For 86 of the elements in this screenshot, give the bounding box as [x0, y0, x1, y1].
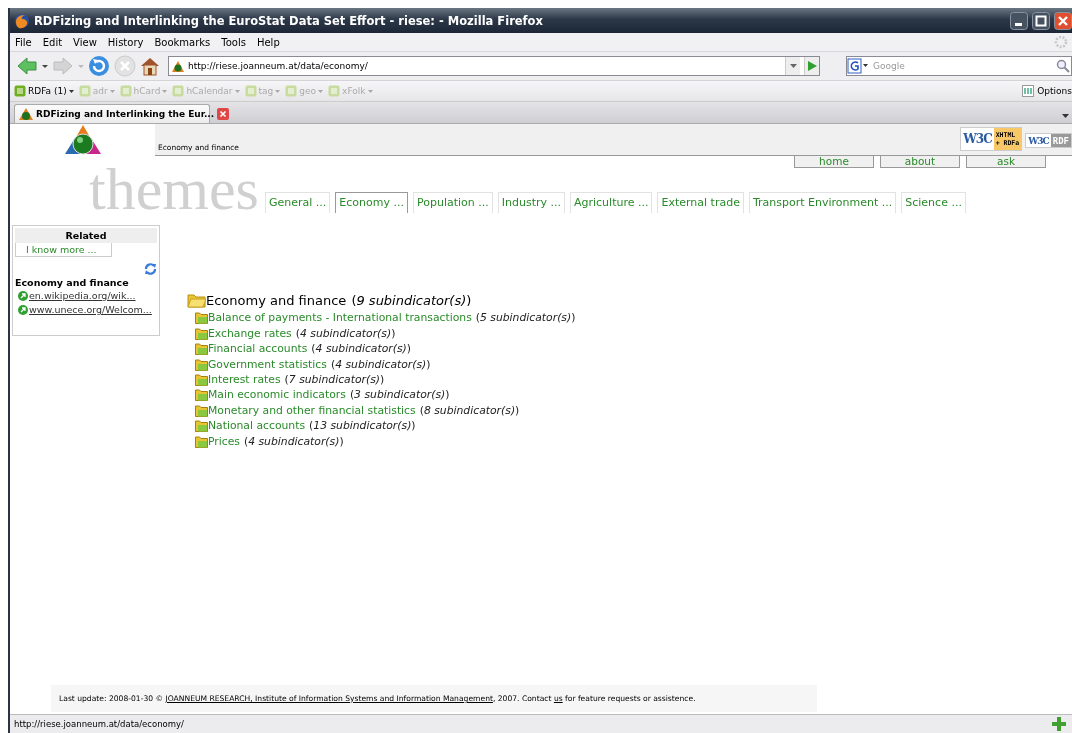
list-icon	[285, 85, 298, 97]
indicator-link[interactable]: National accounts	[208, 419, 306, 433]
count-text: (7 subindicator(s))	[284, 372, 385, 386]
maximize-button[interactable]	[1032, 11, 1050, 30]
options-icon[interactable]	[1022, 85, 1035, 97]
indicator-link[interactable]: Monetary and other financial statistics	[208, 403, 416, 417]
address-field[interactable]: http://riese.joanneum.at/data/economy/	[168, 56, 820, 76]
list-icon	[14, 85, 26, 97]
menu-item[interactable]: File	[15, 36, 32, 48]
site-logo-icon	[19, 108, 33, 120]
dropdown-caret-icon[interactable]	[789, 64, 797, 68]
throbber-icon	[1054, 35, 1068, 49]
folder-icon	[195, 326, 208, 340]
go-arrow-icon[interactable]	[807, 61, 817, 71]
theme-tab[interactable]: Population ...	[412, 192, 493, 213]
home-icon[interactable]	[140, 56, 160, 76]
indicator-link[interactable]: Exchange rates	[208, 326, 292, 340]
folder-icon	[195, 311, 208, 325]
site-logo-icon	[172, 60, 184, 72]
indicator-link[interactable]: Main economic indicators	[208, 388, 346, 402]
menu-item[interactable]: Help	[256, 36, 280, 48]
list-icon	[119, 85, 132, 97]
arrow-circle-icon	[18, 304, 28, 315]
menu-item[interactable]: Edit	[42, 36, 63, 48]
search-icon[interactable]	[1055, 58, 1071, 74]
dropdown-caret-icon[interactable]	[42, 64, 48, 68]
refresh-icon[interactable]	[144, 263, 157, 275]
firefox-icon	[14, 12, 30, 29]
count-text: (4 subindicator(s))	[295, 326, 396, 340]
theme-tab[interactable]: Industry ...	[497, 192, 565, 213]
count-text: (4 subindicator(s))	[243, 434, 344, 448]
folder-icon	[195, 403, 208, 417]
status-text: http://riese.joanneum.at/data/economy/	[14, 719, 185, 729]
count-text: (8 subindicator(s))	[419, 403, 520, 417]
minimize-button[interactable]	[1010, 11, 1028, 30]
theme-tab[interactable]: General ...	[264, 192, 331, 213]
dropdown-caret-icon[interactable]	[68, 89, 74, 93]
theme-tab[interactable]: Agriculture ...	[569, 192, 653, 213]
count-text: (4 subindicator(s))	[311, 342, 411, 356]
related-link[interactable]: www.unece.org/Welcom...	[29, 304, 152, 315]
count-text: (5 subindicator(s))	[475, 311, 576, 325]
tab-list-caret-icon[interactable]	[1062, 114, 1069, 118]
indicator-link[interactable]: Financial accounts	[208, 342, 308, 356]
menu-item[interactable]: View	[73, 36, 97, 48]
list-icon	[78, 85, 91, 97]
tree-heading: Economy and finance	[206, 293, 347, 308]
validation-badge[interactable]: W3C RDF	[1025, 133, 1072, 148]
folder-icon	[195, 342, 208, 356]
folder-icon	[195, 388, 208, 402]
related-link[interactable]: en.wikipedia.org/wik...	[29, 290, 136, 301]
folder-icon	[195, 372, 208, 386]
folder-icon	[195, 419, 208, 433]
know-more-button[interactable]: I know more ...	[15, 243, 112, 257]
indicator-link[interactable]: Interest rates	[208, 372, 281, 386]
theme-tab[interactable]: Economy ...	[335, 192, 408, 213]
theme-tab[interactable]: Science ...	[901, 192, 966, 213]
search-engine-icon[interactable]	[847, 58, 869, 74]
plus-icon[interactable]	[1052, 717, 1066, 731]
indicator-link[interactable]: Prices	[208, 434, 240, 448]
list-icon	[244, 85, 257, 97]
panel-title: Related	[15, 228, 157, 243]
count-text: (9 subindicator(s))	[351, 293, 472, 308]
list-icon	[328, 85, 341, 97]
menu-item[interactable]: History	[107, 36, 144, 48]
menu-item[interactable]: Tools	[221, 36, 246, 48]
indicator-link[interactable]: Government statistics	[208, 357, 327, 371]
count-text: (13 subindicator(s))	[309, 419, 416, 433]
search-field[interactable]: Google	[846, 56, 1072, 76]
arrow-circle-icon	[18, 290, 28, 301]
count-text: (3 subindicator(s))	[349, 388, 450, 402]
close-button[interactable]	[1054, 11, 1072, 30]
count-text: (4 subindicator(s))	[330, 357, 431, 371]
related-heading: Economy and finance	[15, 277, 130, 288]
list-icon	[172, 85, 185, 97]
folder-icon	[195, 357, 208, 371]
theme-tab[interactable]: Transport Environment ...	[748, 192, 897, 213]
indicator-link[interactable]: Balance of payments - International transactions	[208, 311, 472, 325]
reload-icon[interactable]	[88, 55, 110, 77]
theme-tab[interactable]: External trade	[657, 192, 744, 213]
window-title: RDFizing and Interlinking the EuroStat Data Set Effort - riese: - Mozilla Firefox	[34, 13, 544, 28]
folder-icon	[195, 434, 208, 448]
toolbar-button[interactable]: RDFa (1)	[28, 86, 67, 96]
close-icon[interactable]	[217, 108, 230, 120]
options-button[interactable]: Options	[1037, 86, 1072, 96]
menu-item[interactable]: Bookmarks	[154, 36, 211, 48]
folder-icon	[187, 291, 206, 308]
